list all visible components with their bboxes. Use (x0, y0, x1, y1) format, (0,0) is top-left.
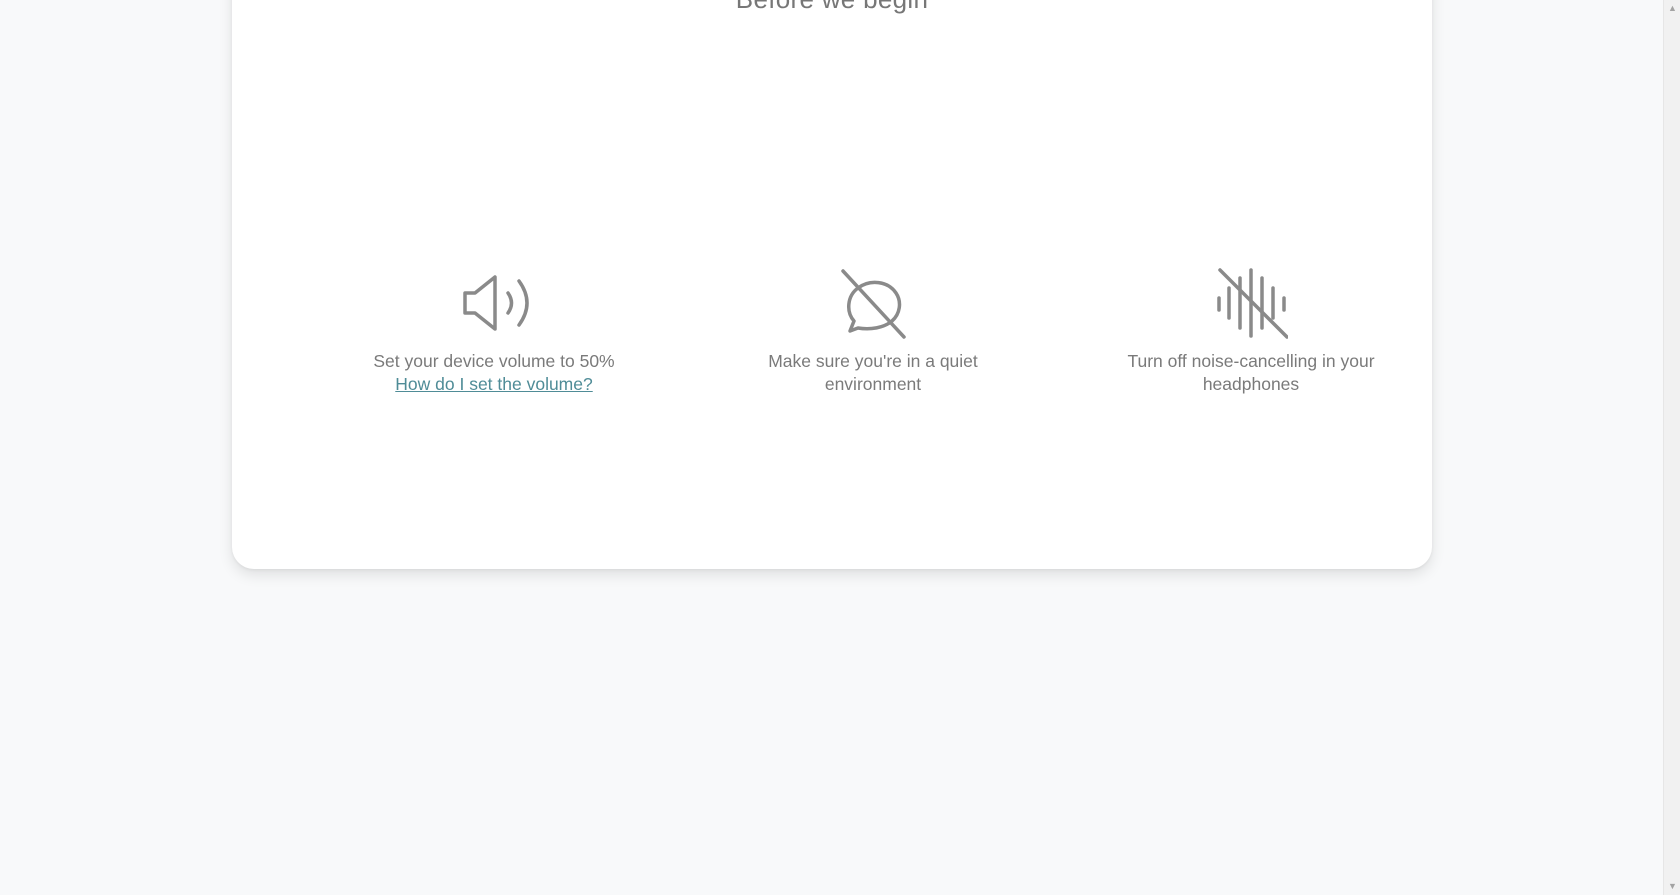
how-to-set-volume-link[interactable]: How do I set the volume? (395, 373, 592, 396)
chat-bubble-off-icon (836, 266, 910, 340)
speaker-volume-icon (457, 266, 531, 340)
tip-quiet-environment-text: Make sure you're in a quiet environment (768, 351, 978, 394)
scroll-up-arrow-icon[interactable]: ▲ (1664, 0, 1680, 17)
before-we-begin-card: Before we begin Set your device volume t… (232, 0, 1432, 569)
tip-volume: Set your device volume to 50% How do I s… (344, 266, 644, 396)
tip-noise-cancelling-text: Turn off noise-cancelling in your headph… (1127, 351, 1375, 394)
tips-row: Set your device volume to 50% How do I s… (232, 266, 1432, 416)
tip-noise-cancelling: Turn off noise-cancelling in your headph… (1101, 266, 1401, 396)
tip-volume-text: Set your device volume to 50% (373, 351, 615, 371)
sound-wave-off-icon (1214, 266, 1288, 340)
tip-quiet-environment: Make sure you're in a quiet environment (723, 266, 1023, 396)
vertical-scrollbar[interactable]: ▲ ▼ (1663, 0, 1680, 895)
page: Before we begin Set your device volume t… (0, 0, 1680, 895)
scroll-down-arrow-icon[interactable]: ▼ (1664, 878, 1680, 895)
page-title: Before we begin (232, 0, 1432, 15)
